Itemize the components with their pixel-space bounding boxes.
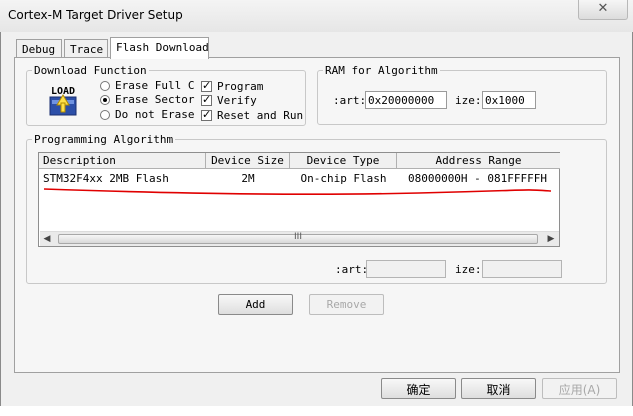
checkbox-verify[interactable]: ✓ <box>201 93 212 106</box>
tab-trace[interactable]: Trace <box>64 39 108 59</box>
remove-button[interactable]: Remove <box>309 294 384 315</box>
scroll-left-icon[interactable]: ◀ <box>40 232 54 246</box>
column-header-address-range[interactable]: Address Range <box>397 153 560 169</box>
ok-button[interactable]: 确定 <box>381 378 456 399</box>
red-underline-annotation <box>43 188 552 196</box>
tab-debug[interactable]: Debug <box>16 39 62 59</box>
column-header-device-type[interactable]: Device Type <box>290 153 397 169</box>
load-icon-text: LOAD <box>51 86 75 97</box>
background-window-strip <box>0 406 633 416</box>
radio-erase-full-chip[interactable] <box>100 81 110 91</box>
ram-size-input[interactable]: 0x1000 <box>482 91 536 109</box>
algo-size-input[interactable] <box>482 260 562 278</box>
checkmark-icon: ✓ <box>202 93 212 106</box>
radio-erase-sector[interactable] <box>100 95 110 105</box>
checkbox-reset-and-run-label: Reset and Run <box>217 109 304 122</box>
checkmark-icon: ✓ <box>202 108 212 121</box>
ram-size-label: ize: <box>455 94 482 107</box>
radio-do-not-erase[interactable] <box>100 110 110 120</box>
checkbox-program[interactable]: ✓ <box>201 79 212 92</box>
load-icon: LOAD <box>46 83 80 117</box>
algo-size-label: ize: <box>455 263 482 276</box>
cancel-button[interactable]: 取消 <box>461 378 536 399</box>
checkmark-icon: ✓ <box>202 79 212 92</box>
column-header-description[interactable]: Description <box>39 153 206 169</box>
checkbox-reset-and-run[interactable]: ✓ <box>201 108 212 121</box>
add-button[interactable]: Add <box>218 294 293 315</box>
checkbox-program-label: Program <box>217 80 264 93</box>
scrollbar-thumb[interactable]: III <box>58 232 538 244</box>
scroll-right-icon[interactable]: ▶ <box>544 232 558 246</box>
title-bar[interactable]: Cortex-M Target Driver Setup ✕ <box>0 0 633 32</box>
algo-start-input[interactable] <box>366 260 446 278</box>
ram-start-input[interactable]: 0x20000000 <box>365 91 447 109</box>
programming-algorithm-legend: Programming Algorithm <box>32 133 176 146</box>
radio-erase-full-chip-label: Erase Full C <box>115 79 195 92</box>
window-title: Cortex-M Target Driver Setup <box>8 8 183 22</box>
ram-for-algorithm-legend: RAM for Algorithm <box>323 64 440 77</box>
download-function-legend: Download Function <box>32 64 149 77</box>
algorithm-table[interactable]: Description Device Size Device Type Addr… <box>38 152 560 247</box>
algo-start-label: :art: <box>335 263 369 276</box>
radio-erase-sector-label: Erase Sector <box>115 93 195 106</box>
apply-button[interactable]: 应用(A) <box>542 378 617 399</box>
radio-do-not-erase-label: Do not Erase <box>115 108 195 121</box>
scrollbar-grip-icon: III <box>294 232 302 242</box>
close-icon: ✕ <box>597 1 609 16</box>
tab-trace-label: Trace <box>70 43 104 56</box>
tab-debug-label: Debug <box>22 43 56 56</box>
tab-flash-download-label: Flash Download <box>116 41 209 54</box>
ram-start-label: :art: <box>333 94 367 107</box>
checkbox-verify-label: Verify <box>217 94 257 107</box>
tab-flash-download[interactable]: Flash Download <box>110 37 209 59</box>
column-header-device-size[interactable]: Device Size <box>206 153 290 169</box>
horizontal-scrollbar[interactable]: ◀ III ▶ <box>40 231 559 246</box>
close-button[interactable]: ✕ <box>578 0 628 20</box>
